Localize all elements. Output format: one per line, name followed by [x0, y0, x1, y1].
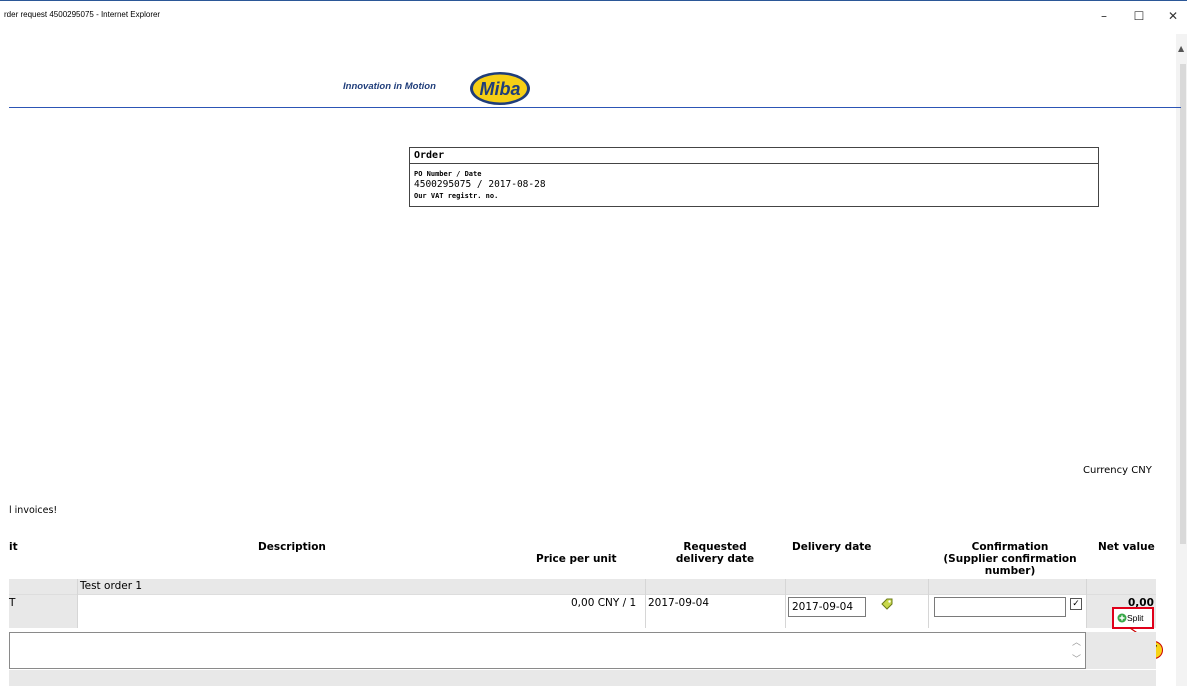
header-divider [9, 107, 1181, 108]
miba-logo: Miba [470, 72, 530, 105]
row-textarea-band [1086, 632, 1156, 669]
col-header-unit: it [9, 541, 18, 553]
window-titlebar: rder request 4500295075 - Internet Explo… [0, 0, 1187, 30]
vat-label: Our VAT registr. no. [414, 192, 499, 200]
minimize-button[interactable]: – [1093, 7, 1115, 25]
po-number-label: PO Number / Date [414, 170, 482, 178]
company-tagline: Innovation in Motion [343, 81, 436, 92]
row-description: Test order 1 [80, 580, 143, 592]
logo-text: Miba [479, 79, 520, 99]
col-header-requested-line1: Requested [683, 541, 747, 553]
window-title: rder request 4500295075 - Internet Explo… [4, 10, 161, 19]
row-unit-band [9, 595, 77, 628]
confirmation-number-input[interactable] [934, 597, 1066, 617]
col-divider [1086, 579, 1087, 628]
col-header-confirmation-line2: (Supplier confirmation [943, 553, 1077, 565]
col-header-delivery-date: Delivery date [792, 541, 872, 553]
delivery-date-input[interactable] [788, 597, 866, 617]
col-header-confirmation: Confirmation (Supplier confirmation numb… [940, 541, 1080, 577]
split-button[interactable]: Split [1112, 607, 1154, 629]
order-box-header: Order [410, 148, 1098, 164]
col-divider [645, 579, 646, 628]
col-divider [77, 579, 78, 628]
close-button[interactable]: ✕ [1162, 7, 1184, 25]
table-footer-band [9, 670, 1156, 686]
calendar-tag-icon[interactable] [880, 597, 894, 611]
currency-label: Currency CNY [1083, 465, 1152, 476]
col-header-confirmation-line3: number) [984, 565, 1036, 577]
po-number-value: 4500295075 / 2017-08-28 [414, 179, 546, 190]
col-divider [928, 579, 929, 628]
col-divider [785, 579, 786, 628]
order-title: Order [414, 150, 445, 161]
order-info-box: Order PO Number / Date 4500295075 / 2017… [409, 147, 1099, 207]
invoices-notice: l invoices! [9, 505, 58, 516]
textarea-scroll-down-icon[interactable]: ﹀ [1072, 652, 1081, 665]
col-header-confirmation-line1: Confirmation [971, 541, 1049, 553]
item-text-area[interactable]: ︿ ﹀ [9, 632, 1086, 669]
row-price: 0,00 CNY / 1 [571, 597, 637, 609]
col-header-price: Price per unit [536, 553, 617, 565]
col-header-requested-date: Requested delivery date [675, 541, 755, 565]
row-requested-date: 2017-09-04 [648, 597, 710, 609]
col-header-net-value: Net value [1098, 541, 1155, 553]
scrollbar-thumb[interactable] [1180, 64, 1186, 544]
row-unit: T [9, 597, 16, 609]
col-header-description: Description [258, 541, 326, 553]
row-description-band [9, 579, 1156, 594]
split-button-label: Split [1127, 613, 1144, 623]
maximize-button[interactable]: ☐ [1128, 7, 1150, 25]
row-separator [9, 594, 1156, 595]
confirmed-checkbox[interactable]: ✓ [1070, 598, 1082, 610]
scroll-up-arrow-icon[interactable]: ▲ [1178, 44, 1184, 53]
col-header-requested-line2: delivery date [675, 553, 755, 565]
textarea-scroll-up-icon[interactable]: ︿ [1072, 635, 1081, 648]
split-plus-icon [1117, 613, 1127, 623]
